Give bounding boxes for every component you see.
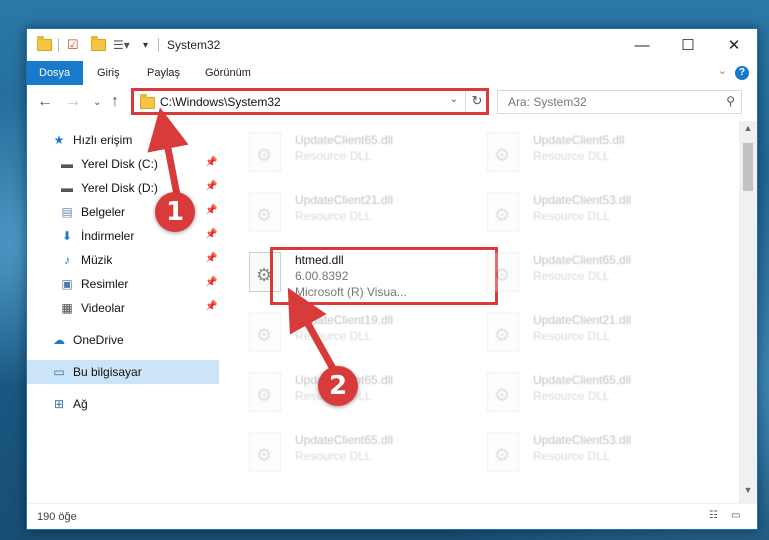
annotation-arrows	[147, 107, 340, 376]
arrow-to-address	[147, 107, 189, 201]
arrow-to-file	[287, 287, 340, 376]
step-badge-2: 2	[318, 366, 358, 406]
step-badge-1: 1	[155, 192, 195, 232]
